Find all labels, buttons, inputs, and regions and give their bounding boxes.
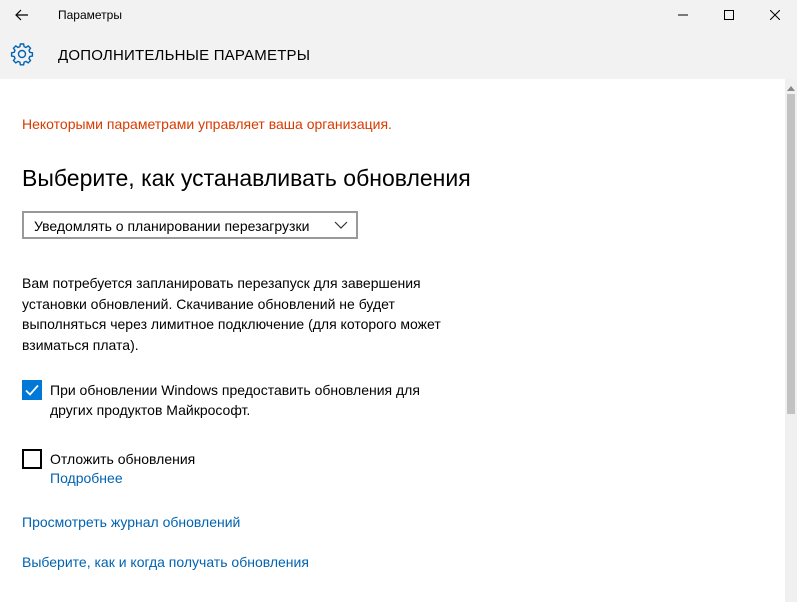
other-products-label-line1: При обновлении Windows предоставить обно… <box>50 382 420 398</box>
back-button[interactable] <box>0 0 44 30</box>
organization-managed-notice: Некоторыми параметрами управляет ваша ор… <box>22 116 392 132</box>
vertical-scrollbar[interactable] <box>785 79 797 602</box>
other-products-label-line2: других продуктов Майкрософт. <box>50 402 251 418</box>
minimize-icon <box>678 14 688 16</box>
chevron-down-icon <box>334 221 348 229</box>
defer-updates-checkbox[interactable] <box>22 449 42 469</box>
scroll-up-button[interactable] <box>785 83 797 93</box>
maximize-icon <box>724 10 734 20</box>
settings-content: Некоторыми параметрами управляет ваша ор… <box>0 79 785 602</box>
scrollbar-thumb[interactable] <box>787 94 795 414</box>
section-title: Выберите, как устанавливать обновления <box>22 165 471 191</box>
gear-icon <box>10 43 34 66</box>
other-products-checkbox[interactable] <box>22 380 42 400</box>
install-mode-dropdown[interactable]: Уведомлять о планировании перезагрузки <box>22 211 358 239</box>
learn-more-link[interactable]: Подробнее <box>50 470 123 486</box>
defer-updates-label[interactable]: Отложить обновления <box>50 449 195 469</box>
close-icon <box>770 10 780 20</box>
page-title: ДОПОЛНИТЕЛЬНЫЕ ПАРАМЕТРЫ <box>58 47 311 64</box>
checkmark-icon <box>25 384 39 396</box>
scroll-up-arrow-icon <box>787 85 795 91</box>
back-arrow-icon <box>15 9 28 21</box>
install-mode-selected: Уведомлять о планировании перезагрузки <box>34 218 310 234</box>
maximize-button[interactable] <box>706 0 752 30</box>
close-button[interactable] <box>752 0 797 30</box>
update-history-link[interactable]: Просмотреть журнал обновлений <box>22 514 240 530</box>
other-products-label[interactable]: При обновлении Windows предоставить обно… <box>50 380 420 420</box>
page-header: ДОПОЛНИТЕЛЬНЫЕ ПАРАМЕТРЫ <box>0 30 797 79</box>
update-delivery-link[interactable]: Выберите, как и когда получать обновлени… <box>22 554 309 570</box>
minimize-button[interactable] <box>660 0 706 30</box>
title-bar: Параметры <box>0 0 797 30</box>
window-title: Параметры <box>58 8 122 22</box>
install-mode-description: Вам потребуется запланировать перезапуск… <box>22 275 441 353</box>
